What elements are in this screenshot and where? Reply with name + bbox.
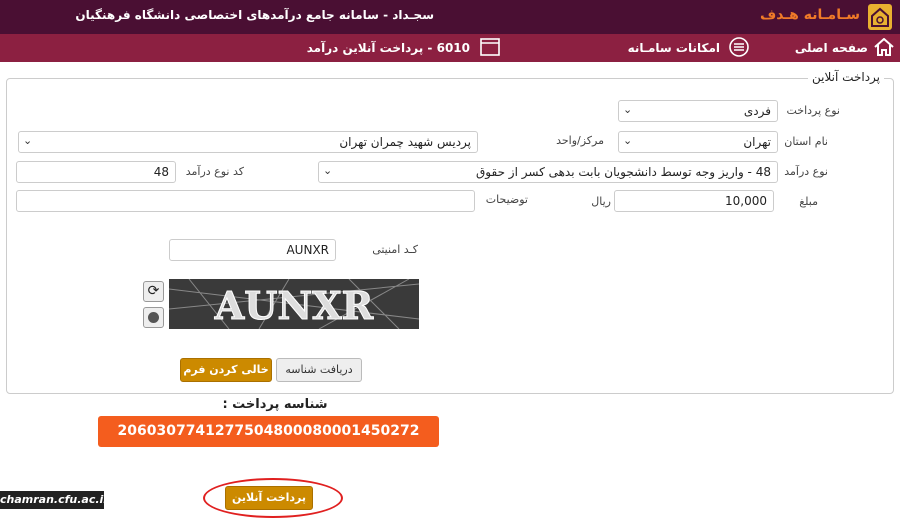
house-logo-icon — [868, 4, 892, 30]
payment-id-label: شناسه پرداخت : — [222, 397, 328, 412]
captcha-text: AUNXR — [214, 283, 374, 328]
chevron-down-icon: ⌄ — [23, 134, 33, 147]
chevron-down-icon: ⌄ — [323, 164, 333, 177]
app-title: سجـداد - سامانه جامع درآمدهای اختصاصی دا… — [75, 8, 434, 22]
nav-bar: صفحه اصلی امکانات سامـانه 6010 - پرداخت … — [0, 34, 900, 62]
amount-input[interactable]: 10,000 — [614, 190, 774, 212]
page-title: 6010 - پرداخت آنلاین درآمد — [306, 41, 470, 55]
center-value: پردیس شهید چمران تهران — [339, 135, 471, 149]
income-code-input[interactable]: 48 — [16, 161, 176, 183]
income-type-select[interactable]: ⌄ 48 - واریز وجه توسط دانشجویان بابت بدهی… — [318, 161, 778, 183]
payment-type-label: نوع پرداخت — [786, 104, 841, 117]
center-select[interactable]: ⌄ پردیس شهید چمران تهران — [18, 131, 478, 153]
clear-form-button[interactable]: خالی کردن فرم — [180, 358, 272, 382]
get-payment-id-button[interactable]: دریافت شناسه — [276, 358, 362, 382]
watermark: chamran.cfu.ac.ir — [0, 491, 109, 509]
province-label: نام استان — [784, 135, 828, 148]
province-value: تهران — [743, 135, 771, 149]
home-icon — [874, 37, 894, 59]
amount-label: مبلغ — [799, 195, 818, 208]
description-input[interactable] — [16, 190, 475, 212]
refresh-icon[interactable]: ⟳ — [143, 281, 164, 302]
description-label: توضیحات — [485, 193, 528, 206]
logo-text: سـامـانه هـدف — [760, 7, 860, 23]
payment-type-value: فردی — [743, 104, 771, 118]
nav-current-page: 6010 - پرداخت آنلاین درآمد — [307, 34, 500, 62]
chevron-down-icon: ⌄ — [623, 134, 633, 147]
payment-id-value: 2060307741277504800080001450272 — [98, 416, 439, 447]
security-code-input[interactable]: AUNXR — [169, 239, 336, 261]
window-icon — [480, 37, 500, 59]
menu-icon — [728, 36, 750, 60]
title-bar: سـامـانه هـدف سجـداد - سامانه جامع درآمد… — [0, 0, 900, 34]
income-code-label: کد نوع درآمد — [185, 165, 244, 178]
center-label: مرکز/واحد — [556, 134, 604, 147]
online-payment-fieldset — [6, 78, 894, 394]
income-type-label: نوع درآمد — [784, 165, 828, 178]
chevron-down-icon: ⌄ — [623, 103, 633, 116]
security-code-label: کـد امنیتی — [372, 243, 418, 256]
highlight-circle — [203, 478, 343, 518]
captcha-image: AUNXR — [169, 279, 419, 329]
province-select[interactable]: ⌄ تهران — [618, 131, 778, 153]
amount-unit: ریال — [591, 195, 611, 208]
payment-type-select[interactable]: ⌄ فردی — [618, 100, 778, 122]
audio-icon[interactable] — [143, 307, 164, 328]
nav-home-label: صفحه اصلی — [794, 41, 868, 55]
nav-features-label: امکانات سامـانه — [627, 41, 720, 55]
nav-features[interactable]: امکانات سامـانه — [628, 34, 750, 62]
income-type-value: 48 - واریز وجه توسط دانشجویان بابت بدهی … — [475, 165, 771, 179]
fieldset-legend: پرداخت آنلاین — [808, 70, 884, 84]
nav-home[interactable]: صفحه اصلی — [795, 34, 894, 62]
